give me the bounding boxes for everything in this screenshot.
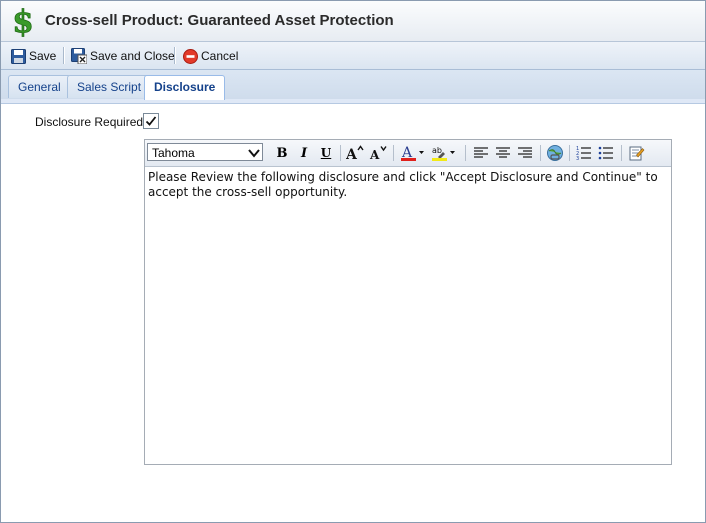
align-center-icon	[496, 147, 510, 158]
page-title: Cross-sell Product: Guaranteed Asset Pro…	[45, 12, 394, 29]
highlight-color-icon: ab	[432, 146, 455, 161]
ordered-list-icon: 1 2 3	[576, 146, 591, 161]
align-left-icon	[474, 147, 488, 158]
svg-text:A: A	[369, 148, 380, 161]
save-and-close-label: Save and Close	[90, 49, 175, 63]
font-color-button[interactable]: A	[400, 144, 426, 162]
bold-icon: B	[276, 145, 288, 161]
ordered-list-button[interactable]: 1 2 3	[575, 144, 593, 162]
insert-link-icon	[547, 145, 563, 161]
highlight-color-button[interactable]: ab	[431, 144, 457, 162]
underline-button[interactable]: U	[317, 144, 335, 162]
save-and-close-button[interactable]: Save and Close	[71, 47, 175, 65]
tab-sales-script[interactable]: Sales Script	[67, 75, 152, 98]
unordered-list-icon	[598, 146, 613, 160]
align-right-icon	[518, 147, 532, 158]
toolbar: Save Save and Close Cancel	[1, 42, 705, 70]
disclosure-required-checkbox[interactable]	[143, 113, 159, 129]
font-color-icon: A	[401, 145, 424, 161]
align-center-button[interactable]	[494, 144, 512, 162]
align-right-button[interactable]	[516, 144, 534, 162]
toolbar-separator	[63, 47, 65, 64]
tab-disclosure[interactable]: Disclosure	[144, 75, 226, 100]
decrease-font-size-button[interactable]: A	[369, 144, 387, 162]
italic-icon: I	[300, 145, 308, 161]
font-family-value: Tahoma	[152, 146, 195, 160]
source-edit-button[interactable]	[628, 144, 646, 162]
editor-toolbar: Tahoma B I U A A A ab 1 2 3	[145, 140, 671, 167]
floppy-disk-icon	[11, 48, 26, 64]
font-size-increase-icon: A	[346, 145, 364, 161]
increase-font-size-button[interactable]: A	[346, 144, 364, 162]
tab-general[interactable]: General	[8, 75, 71, 98]
cancel-icon	[183, 48, 198, 64]
window: $ Cross-sell Product: Guaranteed Asset P…	[0, 0, 706, 523]
unordered-list-button[interactable]	[597, 144, 615, 162]
editor-separator	[340, 145, 341, 161]
cancel-button[interactable]: Cancel	[183, 47, 238, 65]
chevron-down-icon	[248, 149, 260, 158]
svg-text:A: A	[346, 147, 358, 161]
source-edit-icon	[629, 146, 645, 161]
align-left-button[interactable]	[472, 144, 490, 162]
editor-separator	[621, 145, 622, 161]
editor-content[interactable]: Please Review the following disclosure a…	[148, 170, 666, 200]
insert-link-button[interactable]	[546, 144, 564, 162]
title-bar: $ Cross-sell Product: Guaranteed Asset P…	[1, 1, 705, 42]
disclosure-required-label: Disclosure Required:	[35, 115, 147, 129]
font-size-decrease-icon: A	[369, 146, 387, 161]
svg-text:ab: ab	[432, 146, 442, 155]
editor-separator	[569, 145, 570, 161]
save-close-icon	[71, 48, 87, 64]
underline-icon: U	[320, 146, 332, 160]
tab-body-border	[1, 99, 705, 104]
dollar-sign-icon: $	[12, 5, 34, 37]
svg-text:$: $	[12, 5, 34, 37]
editor-separator	[393, 145, 394, 161]
editor-separator	[465, 145, 466, 161]
font-family-select[interactable]: Tahoma	[147, 143, 263, 161]
cancel-label: Cancel	[201, 49, 239, 63]
italic-button[interactable]: I	[295, 144, 313, 162]
bold-button[interactable]: B	[273, 144, 291, 162]
save-label: Save	[29, 49, 57, 63]
editor-separator	[540, 145, 541, 161]
checkmark-icon	[145, 116, 157, 126]
rich-text-editor: Tahoma B I U A A A ab 1 2 3 Please Revie…	[144, 139, 672, 465]
toolbar-separator	[174, 47, 176, 64]
tab-strip: General Sales Script Disclosure	[1, 70, 705, 100]
save-button[interactable]: Save	[11, 47, 56, 65]
svg-text:3: 3	[576, 156, 579, 161]
